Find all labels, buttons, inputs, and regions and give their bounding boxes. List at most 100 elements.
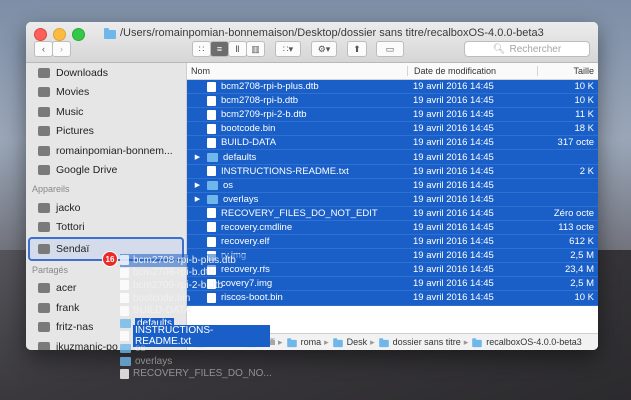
- folder-icon: [378, 337, 389, 347]
- folder-icon: [246, 337, 256, 347]
- file-date: 19 avril 2016 14:45: [413, 207, 494, 219]
- music-icon: [38, 106, 50, 117]
- file-date: 19 avril 2016 14:45: [413, 81, 494, 93]
- sidebar-item[interactable]: Downloads: [26, 63, 186, 83]
- sidebar-item[interactable]: Pictures: [26, 122, 186, 142]
- sidebar-item-label: ikuzmanic-po: [56, 340, 118, 350]
- table-row[interactable]: ▶ defaults 19 avril 2016 14:45: [187, 150, 598, 165]
- favorites-section: Downloads Movies Music Pictures romainpomian…: [26, 63, 186, 180]
- sidebar-item[interactable]: ikuzmanic-po: [26, 337, 186, 350]
- table-row[interactable]: bcm2709-rpi-2-b.dtb 19 avril 2016 14:45 11…: [187, 108, 598, 123]
- column-view-button[interactable]: Ⅱ: [228, 41, 247, 57]
- shared-header: Partagés: [32, 264, 69, 275]
- table-row[interactable]: INSTRUCTIONS-README.txt 19 avril 2016 14:…: [187, 164, 598, 179]
- table-row[interactable]: recovery.cmdline 19 avril 2016 14:45 113 o…: [187, 220, 598, 236]
- path-separator-icon: ▸: [237, 336, 243, 347]
- icon-view-button[interactable]: ∷: [192, 41, 211, 57]
- table-row[interactable]: ry.img 19 avril 2016 14:45 2,5 M: [187, 249, 598, 264]
- file-name-cell: ▶ defaults: [187, 152, 407, 163]
- file-name: recovery.elf: [221, 236, 270, 248]
- file-name: os: [223, 179, 234, 191]
- column-size-header[interactable]: Taille: [537, 66, 598, 76]
- file-name: covery7.img: [221, 278, 273, 290]
- path-separator-icon: ▸: [324, 336, 329, 347]
- monitor-icon: [38, 283, 50, 294]
- file-name-cell: INSTRUCTIONS-README.txt: [187, 166, 407, 177]
- table-row[interactable]: ▶ os 19 avril 2016 14:45: [187, 178, 598, 193]
- sidebar-item[interactable]: romainpomian-bonnem...: [26, 141, 186, 161]
- file-date: 19 avril 2016 14:45: [413, 165, 494, 177]
- back-button[interactable]: ‹: [34, 41, 53, 57]
- table-row[interactable]: ▶ overlays 19 avril 2016 14:45: [187, 192, 598, 207]
- file-name: overlays: [223, 193, 259, 205]
- path-segment[interactable]: recalboxOS-4.0.0-beta3: [486, 337, 582, 347]
- file-name: RECOVERY_FILES_DO_NOT_EDIT: [221, 207, 378, 219]
- sidebar-item[interactable]: frank: [26, 298, 186, 318]
- tags-button[interactable]: ▭: [376, 41, 404, 57]
- table-row[interactable]: BUILD-DATA 19 avril 2016 14:45 317 octe: [187, 136, 598, 151]
- sidebar-item[interactable]: Tottori: [26, 218, 186, 238]
- sidebar-item[interactable]: jacko: [26, 198, 186, 218]
- disclosure-triangle-icon[interactable]: ▶: [193, 181, 202, 189]
- table-row[interactable]: recovery.elf 19 avril 2016 14:45 612 K: [187, 235, 598, 250]
- file-name: ry.img: [221, 250, 247, 262]
- list-view-button[interactable]: ≡: [210, 41, 229, 57]
- computer-icon: [38, 202, 50, 213]
- sidebar-item[interactable]: acer: [26, 279, 186, 299]
- column-date-header[interactable]: Date de modification: [407, 66, 537, 76]
- sidebar-item[interactable]: Movies: [26, 83, 186, 103]
- file-size: 2,5 M: [570, 250, 594, 262]
- sidebar-item[interactable]: Sendaï: [28, 237, 184, 261]
- column-name-header[interactable]: Nom: [187, 66, 407, 76]
- path-segment[interactable]: Utili: [260, 337, 275, 347]
- file-size: 10 K: [574, 292, 594, 304]
- disclosure-triangle-icon[interactable]: ▶: [193, 195, 202, 203]
- table-row[interactable]: RECOVERY_FILES_DO_NOT_EDIT 19 avril 2016 …: [187, 206, 598, 221]
- toolbar: ‹ › ∷ ≡ Ⅱ ▥ ∷▾ ⚙▾ ⬆ ▭ 🔍︎ Rechercher: [34, 41, 590, 59]
- action-button[interactable]: ⚙▾: [311, 41, 337, 57]
- file-size: 113 octe: [558, 221, 594, 233]
- table-row[interactable]: riscos-boot.bin 19 avril 2016 14:45 10 K: [187, 291, 598, 306]
- file-name-cell: ry.img: [187, 250, 407, 261]
- file-size: 11 K: [575, 109, 594, 121]
- table-row[interactable]: recovery.rfs 19 avril 2016 14:45 23,4 M: [187, 263, 598, 278]
- file-name-cell: recovery.rfs: [187, 264, 407, 275]
- folder-icon: [104, 27, 116, 39]
- home-icon: [38, 145, 50, 156]
- file-name: recovery.cmdline: [221, 221, 293, 233]
- path-separator-icon: ▸: [370, 336, 375, 347]
- file-name: BUILD-DATA: [221, 137, 277, 149]
- path-segment[interactable]: dossier sans titre: [393, 337, 461, 347]
- sidebar-item-label: fritz-nas: [56, 321, 94, 334]
- table-row[interactable]: bootcode.bin 19 avril 2016 14:45 18 K: [187, 122, 598, 137]
- path-segment[interactable]: Tottori: [210, 337, 235, 347]
- share-button[interactable]: ⬆: [347, 41, 367, 57]
- zoom-button[interactable]: [72, 28, 85, 41]
- file-date: 19 avril 2016 14:45: [413, 137, 494, 149]
- sidebar-item[interactable]: fritz-nas: [26, 318, 186, 338]
- sidebar-item[interactable]: Music: [26, 102, 186, 122]
- disclosure-triangle-icon[interactable]: ▶: [193, 153, 202, 161]
- table-row[interactable]: bcm2708-rpi-b-plus.dtb 19 avril 2016 14:4…: [187, 80, 598, 95]
- file-name: recovery.rfs: [221, 264, 270, 276]
- close-button[interactable]: [34, 28, 47, 41]
- file-list: Nom Date de modification Taille bcm2708-…: [187, 63, 598, 350]
- file-name: bootcode.bin: [221, 123, 276, 135]
- forward-button[interactable]: ›: [52, 41, 71, 57]
- path-segment[interactable]: Desk: [347, 337, 368, 347]
- arrange-button[interactable]: ∷▾: [275, 41, 301, 57]
- sidebar-item-label: jacko: [56, 201, 81, 214]
- sidebar-item[interactable]: Google Drive: [26, 161, 186, 181]
- coverflow-view-button[interactable]: ▥: [246, 41, 265, 57]
- file-name: defaults: [223, 151, 257, 163]
- table-row[interactable]: covery7.img 19 avril 2016 14:45 2,5 M: [187, 277, 598, 292]
- search-field[interactable]: 🔍︎ Rechercher: [464, 41, 590, 57]
- minimize-button[interactable]: [53, 28, 66, 41]
- sidebar-item-label: romainpomian-bonnem...: [56, 144, 173, 157]
- path-segment[interactable]: roma: [301, 337, 322, 347]
- file-rows: bcm2708-rpi-b-plus.dtb 19 avril 2016 14:4…: [187, 80, 598, 306]
- folder-icon: [472, 337, 483, 347]
- table-row[interactable]: bcm2708-rpi-b.dtb 19 avril 2016 14:45 10 K: [187, 94, 598, 109]
- folder-icon: [207, 180, 218, 190]
- folder-icon: [207, 194, 218, 204]
